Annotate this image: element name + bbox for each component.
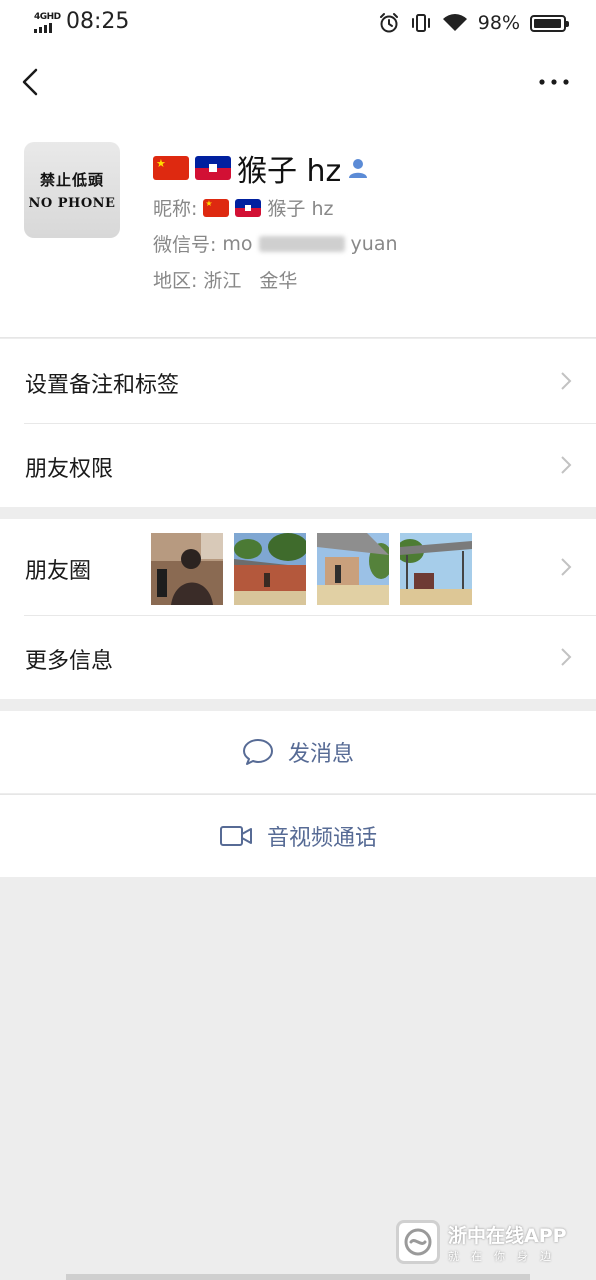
wechat-id-line: 微信号: mo yuan bbox=[153, 230, 398, 257]
watermark: 浙中在线APP 就在你身边 bbox=[396, 1216, 584, 1268]
battery-icon bbox=[530, 14, 569, 32]
nickname-line: 昵称: 猴子 hz bbox=[153, 194, 333, 221]
more-info-label: 更多信息 bbox=[25, 649, 114, 674]
region-label: 地区: bbox=[153, 270, 198, 292]
wechat-id-suffix: yuan bbox=[350, 232, 398, 255]
video-camera-icon bbox=[219, 826, 252, 846]
watermark-logo bbox=[396, 1220, 440, 1264]
contact-person-icon bbox=[349, 159, 368, 178]
friend-permissions-row[interactable]: 朋友权限 bbox=[0, 423, 596, 507]
home-indicator bbox=[66, 1274, 530, 1280]
watermark-title: 浙中在线APP bbox=[448, 1224, 567, 1247]
chevron-right-icon bbox=[561, 372, 572, 390]
remark-tags-label: 设置备注和标签 bbox=[25, 373, 180, 398]
settings-group: 设置备注和标签 朋友权限 bbox=[0, 339, 596, 507]
nav-bar bbox=[0, 48, 596, 118]
vibrate-icon bbox=[411, 14, 430, 32]
network-type: 4GHD bbox=[34, 12, 61, 22]
chevron-right-icon bbox=[561, 648, 572, 666]
chevron-right-icon bbox=[561, 456, 572, 474]
profile-name: 猴子 hz bbox=[237, 154, 342, 189]
nickname-value: 猴子 hz bbox=[267, 198, 334, 220]
avatar-text-cn: 禁止低頭 bbox=[39, 171, 104, 189]
moments-group: 朋友圈 更多信息 bbox=[0, 519, 596, 699]
region-line: 地区: 浙江 金华 bbox=[153, 266, 297, 293]
moments-photo bbox=[400, 533, 472, 605]
haiti-flag-icon bbox=[195, 156, 231, 180]
video-call-label: 音视频通话 bbox=[266, 826, 377, 851]
chat-bubble-icon bbox=[242, 739, 273, 765]
avatar[interactable]: 禁止低頭 NO PHONE bbox=[24, 142, 120, 238]
chevron-right-icon bbox=[561, 558, 572, 576]
nickname-label: 昵称: bbox=[153, 198, 198, 220]
moments-photo bbox=[234, 533, 306, 605]
battery-percent: 98% bbox=[477, 12, 520, 34]
wifi-icon bbox=[442, 14, 467, 31]
chevron-left-icon[interactable] bbox=[18, 66, 42, 98]
remark-tags-row[interactable]: 设置备注和标签 bbox=[0, 339, 596, 423]
moments-label: 朋友圈 bbox=[25, 559, 92, 584]
avatar-text-en: NO PHONE bbox=[28, 196, 116, 211]
wechat-id-label: 微信号: bbox=[153, 234, 217, 256]
wechat-id-redacted bbox=[258, 235, 345, 252]
watermark-subtitle: 就在你身边 bbox=[448, 1249, 563, 1263]
profile-card: 禁止低頭 NO PHONE 猴子 hz 昵称: 猴子 hz 微信号: mo yu… bbox=[0, 118, 596, 338]
moments-photo bbox=[151, 533, 223, 605]
region-city: 金华 bbox=[259, 270, 298, 292]
alarm-icon bbox=[379, 13, 398, 33]
more-info-row[interactable]: 更多信息 bbox=[0, 615, 596, 699]
china-flag-icon bbox=[203, 198, 230, 217]
status-time: 08:25 bbox=[66, 9, 130, 34]
moments-photo bbox=[317, 533, 389, 605]
haiti-flag-icon bbox=[235, 198, 262, 217]
more-dots-icon[interactable] bbox=[538, 72, 570, 92]
send-message-label: 发消息 bbox=[287, 742, 354, 767]
video-call-button[interactable]: 音视频通话 bbox=[0, 795, 596, 877]
wechat-id-prefix: mo bbox=[222, 232, 253, 255]
region-province: 浙江 bbox=[203, 270, 242, 292]
china-flag-icon bbox=[153, 156, 189, 180]
signal-icon: 4GHD bbox=[34, 12, 61, 34]
moments-row[interactable]: 朋友圈 bbox=[0, 519, 596, 615]
profile-name-row: 猴子 hz bbox=[153, 146, 369, 190]
status-bar: 4GHD 08:25 98% bbox=[0, 0, 596, 48]
friend-permissions-label: 朋友权限 bbox=[25, 457, 114, 482]
send-message-button[interactable]: 发消息 bbox=[0, 711, 596, 793]
